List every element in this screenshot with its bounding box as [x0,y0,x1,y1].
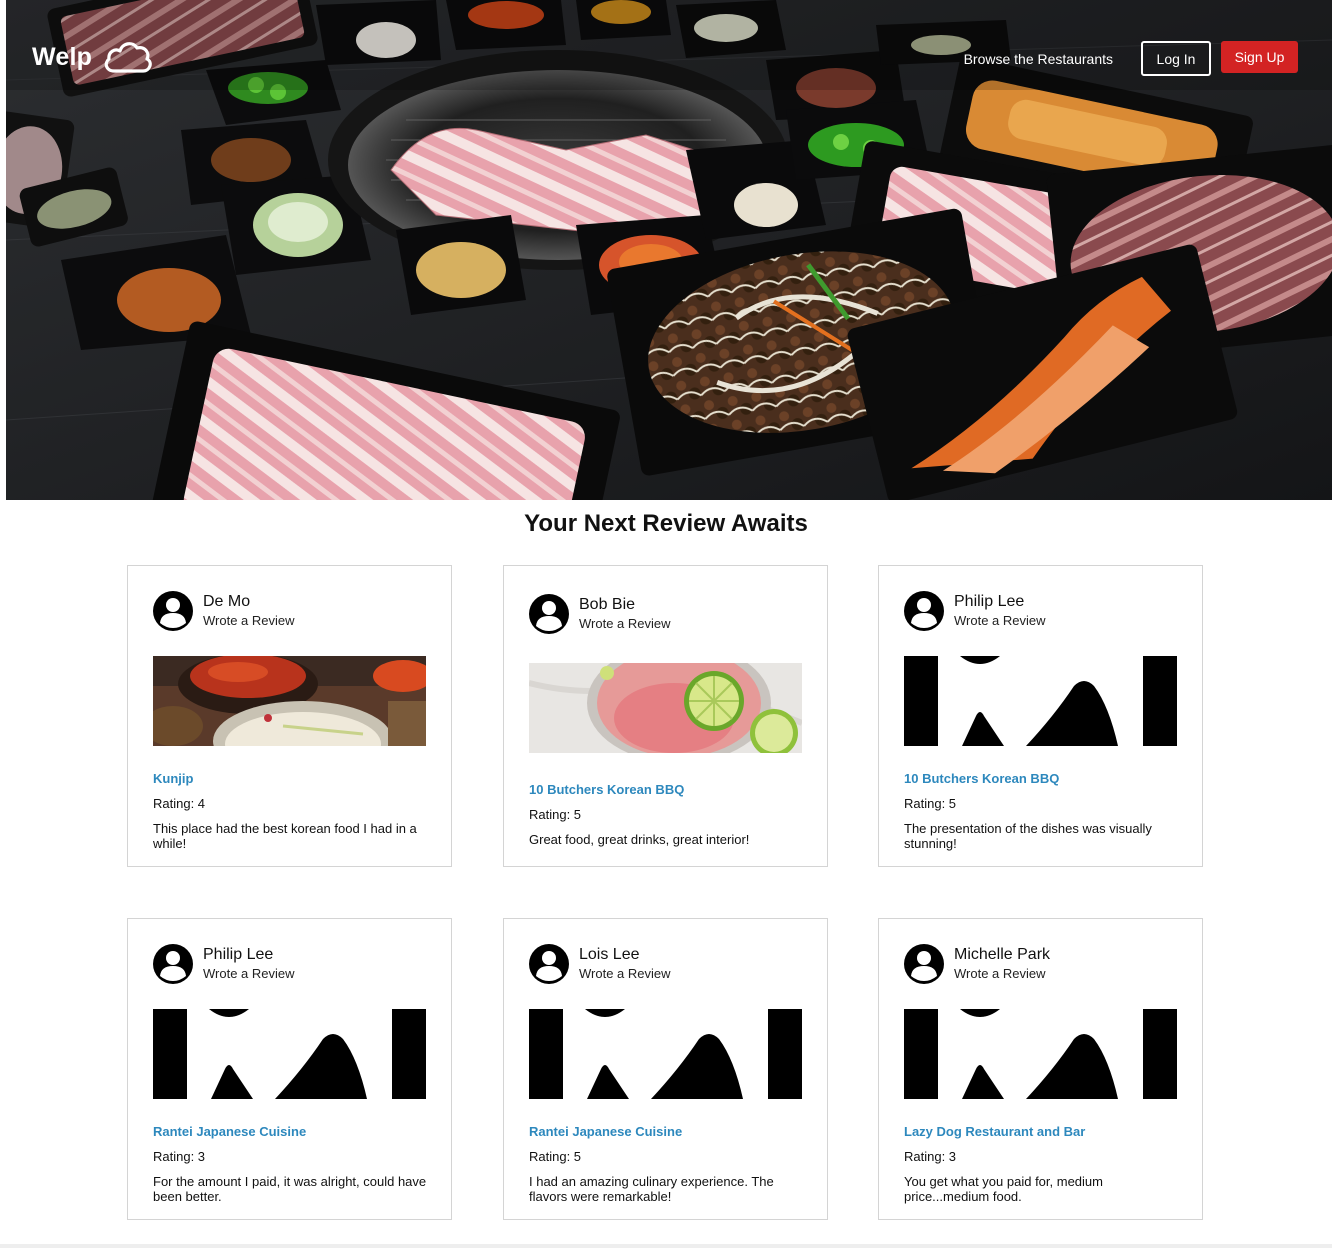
review-action-text: Wrote a Review [954,966,1046,981]
reviewer-name: Philip Lee [954,593,1025,610]
review-text: You get what you paid for, medium price.… [904,1174,1103,1204]
browse-restaurants-link[interactable]: Browse the Restaurants [964,51,1113,67]
review-card: De Mo Wrote a Review Kunjip Rating: 4 Th… [127,565,452,867]
placeholder-image-icon [153,1009,426,1099]
user-avatar-icon [904,591,944,631]
login-button[interactable]: Log In [1141,41,1211,76]
reviewer-name: Michelle Park [954,946,1051,963]
review-action-text: Wrote a Review [579,966,671,981]
review-card: Bob Bie Wrote a Review 10 Butchers Korea… [503,565,828,867]
restaurant-link[interactable]: Kunjip [153,771,193,786]
review-action-text: Wrote a Review [954,613,1046,628]
review-text: For the amount I paid, it was alright, c… [153,1174,427,1204]
review-card: Philip Lee Wrote a Review Rantei Japanes… [127,918,452,1220]
reviewer-name: De Mo [203,593,251,610]
review-card-header: Philip Lee Wrote a Review [153,944,295,984]
review-photo [904,1009,1177,1099]
cocktail-photo [529,663,802,753]
restaurant-link[interactable]: Rantei Japanese Cuisine [529,1124,682,1139]
review-action-text: Wrote a Review [579,616,671,631]
signup-button[interactable]: Sign Up [1221,40,1298,73]
user-avatar-icon [529,594,569,634]
logo-text: Welp [32,42,93,71]
review-photo [529,663,802,753]
review-card: Philip Lee Wrote a Review 10 Butchers Ko… [878,565,1203,867]
placeholder-image-icon [904,1009,1177,1099]
review-text: I had an amazing culinary experience. Th… [529,1174,774,1204]
reviewer-name: Philip Lee [203,946,274,963]
reviewer-name: Bob Bie [579,596,636,613]
review-card-header: Philip Lee Wrote a Review [904,591,1046,631]
review-rating: Rating: 4 [153,796,206,811]
top-nav: Browse the Restaurants Log In Sign Up [964,40,1298,76]
user-avatar-icon [153,591,193,631]
user-avatar-icon [529,944,569,984]
restaurant-link[interactable]: 10 Butchers Korean BBQ [529,782,684,797]
section-title: Your Next Review Awaits [524,510,808,537]
korean-stew-photo [153,656,426,746]
review-rating: Rating: 5 [529,1149,582,1164]
footer-divider [0,1244,1332,1248]
cloud-icon [104,42,152,73]
review-rating: Rating: 5 [529,807,582,822]
review-photo [153,656,426,746]
hero-banner: Welp Browse the Restaurants Log In Sign … [6,0,1332,500]
review-text: The presentation of the dishes was visua… [904,821,1152,851]
review-action-text: Wrote a Review [203,613,295,628]
review-photo [529,1009,802,1099]
restaurant-link[interactable]: Lazy Dog Restaurant and Bar [904,1124,1085,1139]
review-card-header: De Mo Wrote a Review [153,591,295,631]
user-avatar-icon [904,944,944,984]
review-rating: Rating: 3 [904,1149,957,1164]
review-card-header: Lois Lee Wrote a Review [529,944,671,984]
logo-link[interactable]: Welp [32,38,154,76]
review-card: Lois Lee Wrote a Review Rantei Japanese … [503,918,828,1220]
placeholder-image-icon [529,1009,802,1099]
restaurant-link[interactable]: Rantei Japanese Cuisine [153,1124,306,1139]
review-card: Michelle Park Wrote a Review Lazy Dog Re… [878,918,1203,1220]
review-card-header: Michelle Park Wrote a Review [904,944,1050,984]
review-photo [904,656,1177,746]
review-text: This place had the best korean food I ha… [153,821,417,851]
restaurant-link[interactable]: 10 Butchers Korean BBQ [904,771,1059,786]
placeholder-image-icon [904,656,1177,746]
review-card-header: Bob Bie Wrote a Review [529,594,671,634]
review-rating: Rating: 5 [904,796,957,811]
review-action-text: Wrote a Review [203,966,295,981]
review-text: Great food, great drinks, great interior… [529,832,750,847]
reviewer-name: Lois Lee [579,946,640,963]
user-avatar-icon [153,944,193,984]
review-rating: Rating: 3 [153,1149,206,1164]
review-photo [153,1009,426,1099]
